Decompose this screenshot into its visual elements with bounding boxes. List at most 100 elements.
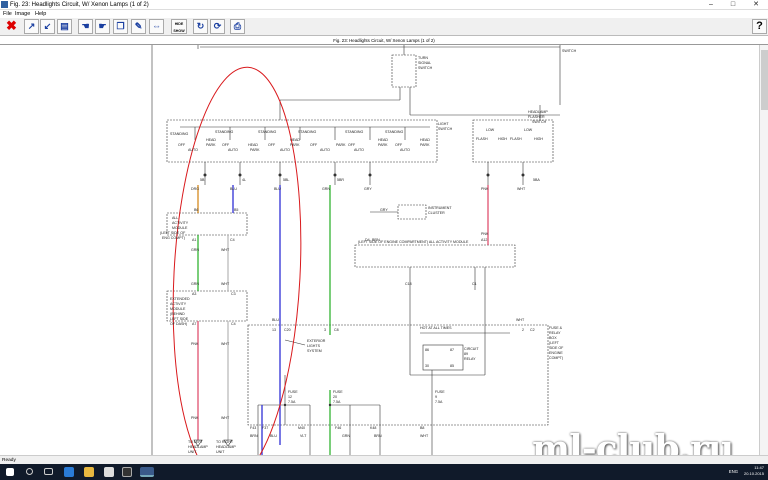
sw-standing-1: STANDING	[170, 132, 189, 136]
pin-a1: A1	[192, 238, 196, 242]
sw-off-6: OFF	[395, 143, 403, 147]
pin-f37: F37	[262, 426, 268, 430]
sw-auto-3: AUTO	[280, 148, 290, 152]
document-title: Fig. 23: Headlights Circuit, W/ Xenon La…	[0, 36, 768, 45]
instrument-label-1: INSTRUMENT	[428, 206, 452, 210]
hot-at-all-times: HOT AT ALL TIMES	[420, 326, 452, 330]
scrollbar-thumb[interactable]	[761, 50, 768, 110]
fuse-9-label-2: 9	[435, 395, 437, 399]
zoom-in-icon[interactable]: ↗	[24, 19, 39, 34]
pin-30: 30	[425, 364, 429, 368]
close-button[interactable]: ✕	[745, 0, 767, 10]
eam-label-2: ACTIVITY	[170, 302, 187, 306]
fit-width-icon[interactable]: ⇔	[149, 19, 164, 34]
pin-c1: C1	[472, 282, 477, 286]
fit-page-icon[interactable]: ▤	[57, 19, 72, 34]
pin-a7: A7	[192, 322, 196, 326]
wire-grn-1: GRN	[322, 187, 330, 191]
sw-park-5: PARK	[378, 143, 388, 147]
wire-pnk-4: PNK	[191, 416, 199, 420]
search-icon[interactable]	[26, 468, 33, 475]
system-clock[interactable]: 11:47 20.10.2015	[744, 465, 764, 477]
edge-browser-icon[interactable]	[64, 467, 74, 477]
fuse-box-label-6: ENGINE	[549, 351, 563, 355]
aam-label-1: ALL	[172, 216, 178, 220]
ext-lights-label-2: LIGHTS	[307, 344, 321, 348]
copy-icon[interactable]: ❐	[113, 19, 128, 34]
wire-blu-2: BLU	[274, 187, 281, 191]
menu-file[interactable]: File	[3, 10, 12, 18]
pin-5ba: 5BA	[533, 178, 540, 182]
sw-park-1: PARK	[206, 143, 216, 147]
flasher-label-1: HEADLAMP	[528, 110, 548, 114]
hide-show-button[interactable]: HIDE SHOW	[171, 19, 187, 34]
sw-auto-5: AUTO	[354, 148, 364, 152]
rotate-icon[interactable]: ↻	[193, 19, 208, 34]
diagram-app-task-icon[interactable]	[140, 467, 154, 477]
store-icon[interactable]	[104, 467, 114, 477]
wire-gry-2: GRY	[380, 208, 388, 212]
instrument-label-2: CLUSTER	[428, 211, 445, 215]
wire-brn: BRN	[372, 238, 380, 242]
media-icon[interactable]	[122, 467, 132, 477]
pin-4l: 4L	[242, 178, 246, 182]
pin-c3: C3	[231, 292, 236, 296]
wire-wht-6: WHT	[221, 416, 230, 420]
sw-park-2: PARK	[250, 148, 260, 152]
wire-wht-7: WHT	[420, 434, 429, 438]
pin-b6: B6	[194, 208, 198, 212]
wire-wht-3: WHT	[221, 282, 230, 286]
window-title: Fig. 23: Headlights Circuit, W/ Xenon La…	[10, 2, 149, 8]
sw-head-2: HEAD	[248, 143, 258, 147]
light-switch-label-1: LIGHT	[438, 122, 449, 126]
minimize-button[interactable]: –	[700, 0, 722, 10]
windows-start-icon[interactable]	[6, 468, 14, 476]
left-headlamp-3: UNIT	[188, 450, 197, 454]
zoom-out-icon[interactable]: ↙	[40, 19, 55, 34]
sw-park-6: PARK	[420, 143, 430, 147]
sw-off-3: OFF	[268, 143, 276, 147]
close-x-icon[interactable]: ✖	[4, 19, 19, 34]
sw-head-6: HEAD	[420, 138, 430, 142]
fuse-9-label-1: FUSE	[435, 390, 445, 394]
print-icon[interactable]: ⎙	[230, 19, 245, 34]
sw-standing-3: STANDING	[258, 130, 277, 134]
wire-pnk-2: PNK	[481, 232, 489, 236]
fuse-box-label-3: BOX	[549, 336, 557, 340]
sw-park-4: PARK	[336, 143, 346, 147]
diagram-viewer[interactable]: SWITCH TURN SIGNAL SWITCH LIGHT SWITCH H…	[0, 45, 768, 455]
fuse-20-label-3: 7.5A	[333, 400, 341, 404]
pin-k48: K48	[370, 426, 376, 430]
sw-head-3: HEAD	[290, 138, 300, 142]
pin-a3: A3	[192, 292, 196, 296]
file-explorer-icon[interactable]	[84, 467, 94, 477]
pin-87: 87	[450, 348, 454, 352]
pin-c4-b: C4	[231, 322, 236, 326]
relay-label-1: CIRCUIT	[464, 347, 479, 351]
wire-grn-3: GRN	[191, 282, 199, 286]
tool-icon[interactable]: ✎	[131, 19, 146, 34]
flasher-low-2: LOW	[524, 128, 533, 132]
aam-label-2: ACTIVITY	[172, 221, 189, 225]
os-taskbar: ENG 11:47 20.10.2015	[0, 464, 768, 480]
flasher-label-3: SWITCH	[532, 120, 547, 124]
language-indicator[interactable]: ENG	[729, 469, 738, 474]
eam-label-5: LEFT SIDE	[170, 317, 189, 321]
flasher-high-1: HIGH	[498, 137, 507, 141]
eam-label-1: EXTENDED	[170, 297, 190, 301]
menu-help[interactable]: Help	[35, 10, 46, 18]
pin-c4: C4	[230, 238, 235, 242]
help-button[interactable]: ?	[752, 19, 767, 34]
wire-blu-4: BLU	[270, 434, 277, 438]
flasher-high-2: HIGH	[534, 137, 543, 141]
vertical-scrollbar[interactable]	[759, 45, 768, 455]
fuse-box-label-2: RELAY	[549, 331, 561, 335]
pan-icon[interactable]: ☚	[78, 19, 93, 34]
menu-image[interactable]: Image	[15, 10, 30, 18]
task-view-icon[interactable]	[44, 468, 53, 475]
refresh-icon[interactable]: ⟳	[210, 19, 225, 34]
fuse-20-label-2: 20	[333, 395, 337, 399]
wire-wht-5: WHT	[221, 342, 230, 346]
select-icon[interactable]: ☛	[95, 19, 110, 34]
maximize-button[interactable]: □	[722, 0, 744, 10]
